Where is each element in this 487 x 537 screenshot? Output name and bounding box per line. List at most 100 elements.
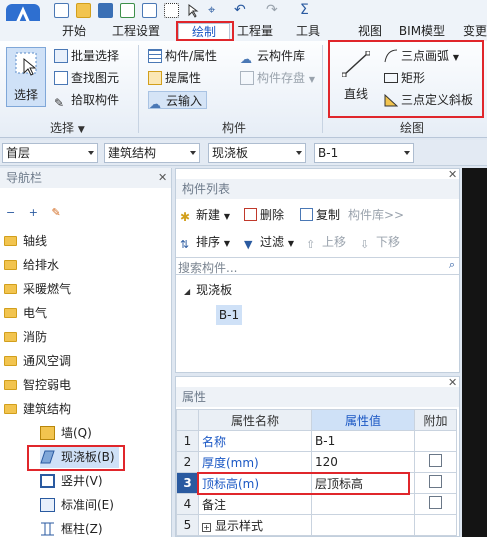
move-down-button[interactable]: ⇩ 下移: [360, 232, 400, 252]
nav-item-water[interactable]: 给排水: [4, 254, 59, 276]
component-library-button[interactable]: 构件库>>: [348, 205, 404, 225]
attach-checkbox[interactable]: [429, 475, 442, 488]
expand-all-icon[interactable]: +: [29, 206, 38, 219]
tab-bim-model[interactable]: BIM模型: [394, 23, 450, 41]
nav-item-electric[interactable]: 电气: [4, 302, 47, 324]
new-icon: ✱: [180, 210, 191, 224]
tab-view[interactable]: 视图: [352, 23, 388, 41]
tab-start[interactable]: 开始: [54, 23, 94, 41]
table-row[interactable]: 5 + 显示样式: [176, 514, 457, 536]
filter-button[interactable]: ▼ 过滤 ▼: [244, 232, 294, 252]
dots-icon[interactable]: [164, 3, 179, 18]
pick-icon: ✎: [54, 96, 65, 110]
component-save-button[interactable]: 构件存盘 ▼: [240, 69, 315, 87]
property-value[interactable]: [311, 514, 415, 536]
batch-select-button[interactable]: 批量选择: [54, 47, 119, 65]
close-icon[interactable]: ✕: [448, 376, 457, 389]
nav-sub-frame-column[interactable]: 框柱(Z): [40, 518, 103, 537]
tree-expand-icon[interactable]: ◢: [184, 287, 190, 296]
search-icon[interactable]: ⌕: [449, 258, 455, 272]
new-file-icon[interactable]: [54, 3, 69, 18]
undo-icon[interactable]: ↶: [234, 3, 249, 18]
draw-group-label: 绘图: [400, 121, 425, 135]
tab-project-settings[interactable]: 工程设置: [104, 23, 168, 41]
canvas-edge: [462, 168, 487, 537]
component-list-panel: 构件列表 ✕ ✱ 新建 ▼ 删除 复制 构件库>> ⇅ 排序 ▼ ▼ 过滤 ▼ ⇧ 上移…: [175, 168, 460, 373]
nav-item-structure[interactable]: 建筑结构: [4, 398, 71, 420]
close-icon[interactable]: ✕: [158, 171, 167, 184]
type-select[interactable]: 现浇板: [208, 143, 306, 163]
select-big-button[interactable]: 选择: [6, 47, 46, 107]
quick-access-toolbar: ⌖ ↶ ↷ Σ: [0, 0, 487, 21]
tab-change[interactable]: 变更: [462, 23, 487, 41]
close-icon[interactable]: ✕: [448, 168, 457, 181]
nav-sub-standard-room[interactable]: 标准间(E): [40, 494, 114, 516]
bim-icon[interactable]: [142, 3, 157, 18]
delete-button[interactable]: 删除: [244, 205, 284, 225]
chevron-down-icon: [88, 151, 94, 155]
sum-icon[interactable]: Σ: [300, 3, 315, 18]
property-value[interactable]: B-1: [311, 430, 415, 452]
cursor-icon[interactable]: [186, 3, 201, 18]
down-arrow-icon: ⇩: [360, 238, 370, 251]
dropdown-arrow-icon: ▼: [223, 239, 230, 248]
expand-plus-icon[interactable]: +: [202, 522, 211, 532]
open-folder-icon[interactable]: [76, 3, 91, 18]
folder-icon: [4, 332, 17, 342]
nav-sub-shaft[interactable]: 竖井(V): [40, 470, 103, 492]
slab-highlight-box: [27, 445, 125, 471]
edit-icon[interactable]: ✎: [51, 206, 60, 219]
nav-item-axis[interactable]: 轴线: [4, 230, 47, 252]
tab-quantity[interactable]: 工程量: [232, 23, 278, 41]
tree-item-b1[interactable]: B-1: [216, 305, 242, 325]
property-value[interactable]: 120: [311, 451, 415, 473]
redo-icon[interactable]: ↷: [266, 3, 281, 18]
sigma-icon[interactable]: ⌖: [208, 3, 223, 18]
extract-property-button[interactable]: 提属性: [148, 69, 201, 87]
group-expand-icon[interactable]: ▼: [78, 125, 85, 135]
new-button[interactable]: ✱ 新建 ▼: [180, 205, 230, 225]
extra-cell: [414, 430, 457, 452]
search-input[interactable]: 搜索构件... ⌕: [176, 257, 459, 275]
ribbon: 选择 批量选择 查找图元 ✎ 拾取构件 选择 ▼ 构件/属性 ☁ 云构件库 提属性 …: [0, 40, 487, 138]
pick-component-button[interactable]: ✎ 拾取构件: [54, 91, 119, 110]
nav-item-fire[interactable]: 消防: [4, 326, 47, 348]
collapse-all-icon[interactable]: −: [6, 206, 15, 219]
copy-button[interactable]: 复制: [300, 205, 340, 225]
move-up-button[interactable]: ⇧ 上移: [306, 232, 346, 252]
component-property-button[interactable]: 构件/属性: [148, 47, 217, 65]
column-header-value: 属性值: [311, 409, 415, 431]
sort-icon: ⇅: [180, 238, 190, 251]
table-row[interactable]: 1 名称 B-1: [176, 430, 457, 452]
table-row[interactable]: 4 备注: [176, 493, 457, 515]
cloud-input-button[interactable]: ☁ 云输入: [148, 91, 208, 111]
batch-select-icon: [54, 49, 68, 63]
row-number: 1: [176, 430, 199, 452]
attach-checkbox[interactable]: [429, 454, 442, 467]
property-value[interactable]: [311, 493, 415, 515]
sort-button[interactable]: ⇅ 排序 ▼: [180, 232, 230, 252]
nav-title: 导航栏: [0, 168, 171, 188]
folder-icon: [4, 284, 17, 294]
column-icon: [40, 521, 55, 536]
nav-item-weak-current[interactable]: 智控弱电: [4, 374, 71, 396]
nav-sub-wall[interactable]: 墙(Q): [40, 422, 92, 444]
tab-tools[interactable]: 工具: [290, 23, 326, 41]
filter-icon: ▼: [244, 238, 253, 251]
dropdown-arrow-icon: ▼: [223, 212, 230, 221]
cloud-library-button[interactable]: ☁ 云构件库: [240, 47, 305, 66]
cloud-icon: ☁: [240, 52, 252, 66]
table-row[interactable]: 2 厚度(mm) 120: [176, 451, 457, 473]
table-header-row: 属性名称 属性值 附加: [176, 409, 457, 431]
nav-item-heating[interactable]: 采暖燃气: [4, 278, 71, 300]
cad-icon[interactable]: [120, 3, 135, 18]
find-element-button[interactable]: 查找图元: [54, 69, 119, 87]
nav-item-hvac[interactable]: 通风空调: [4, 350, 71, 372]
tree-root[interactable]: ◢ 现浇板: [184, 281, 232, 298]
component-select[interactable]: B-1: [314, 143, 414, 163]
property-name-group[interactable]: + 显示样式: [198, 514, 312, 536]
category-select[interactable]: 建筑结构: [104, 143, 200, 163]
attach-checkbox[interactable]: [429, 496, 442, 509]
save-icon[interactable]: [98, 3, 113, 18]
floor-select[interactable]: 首层: [2, 143, 98, 163]
